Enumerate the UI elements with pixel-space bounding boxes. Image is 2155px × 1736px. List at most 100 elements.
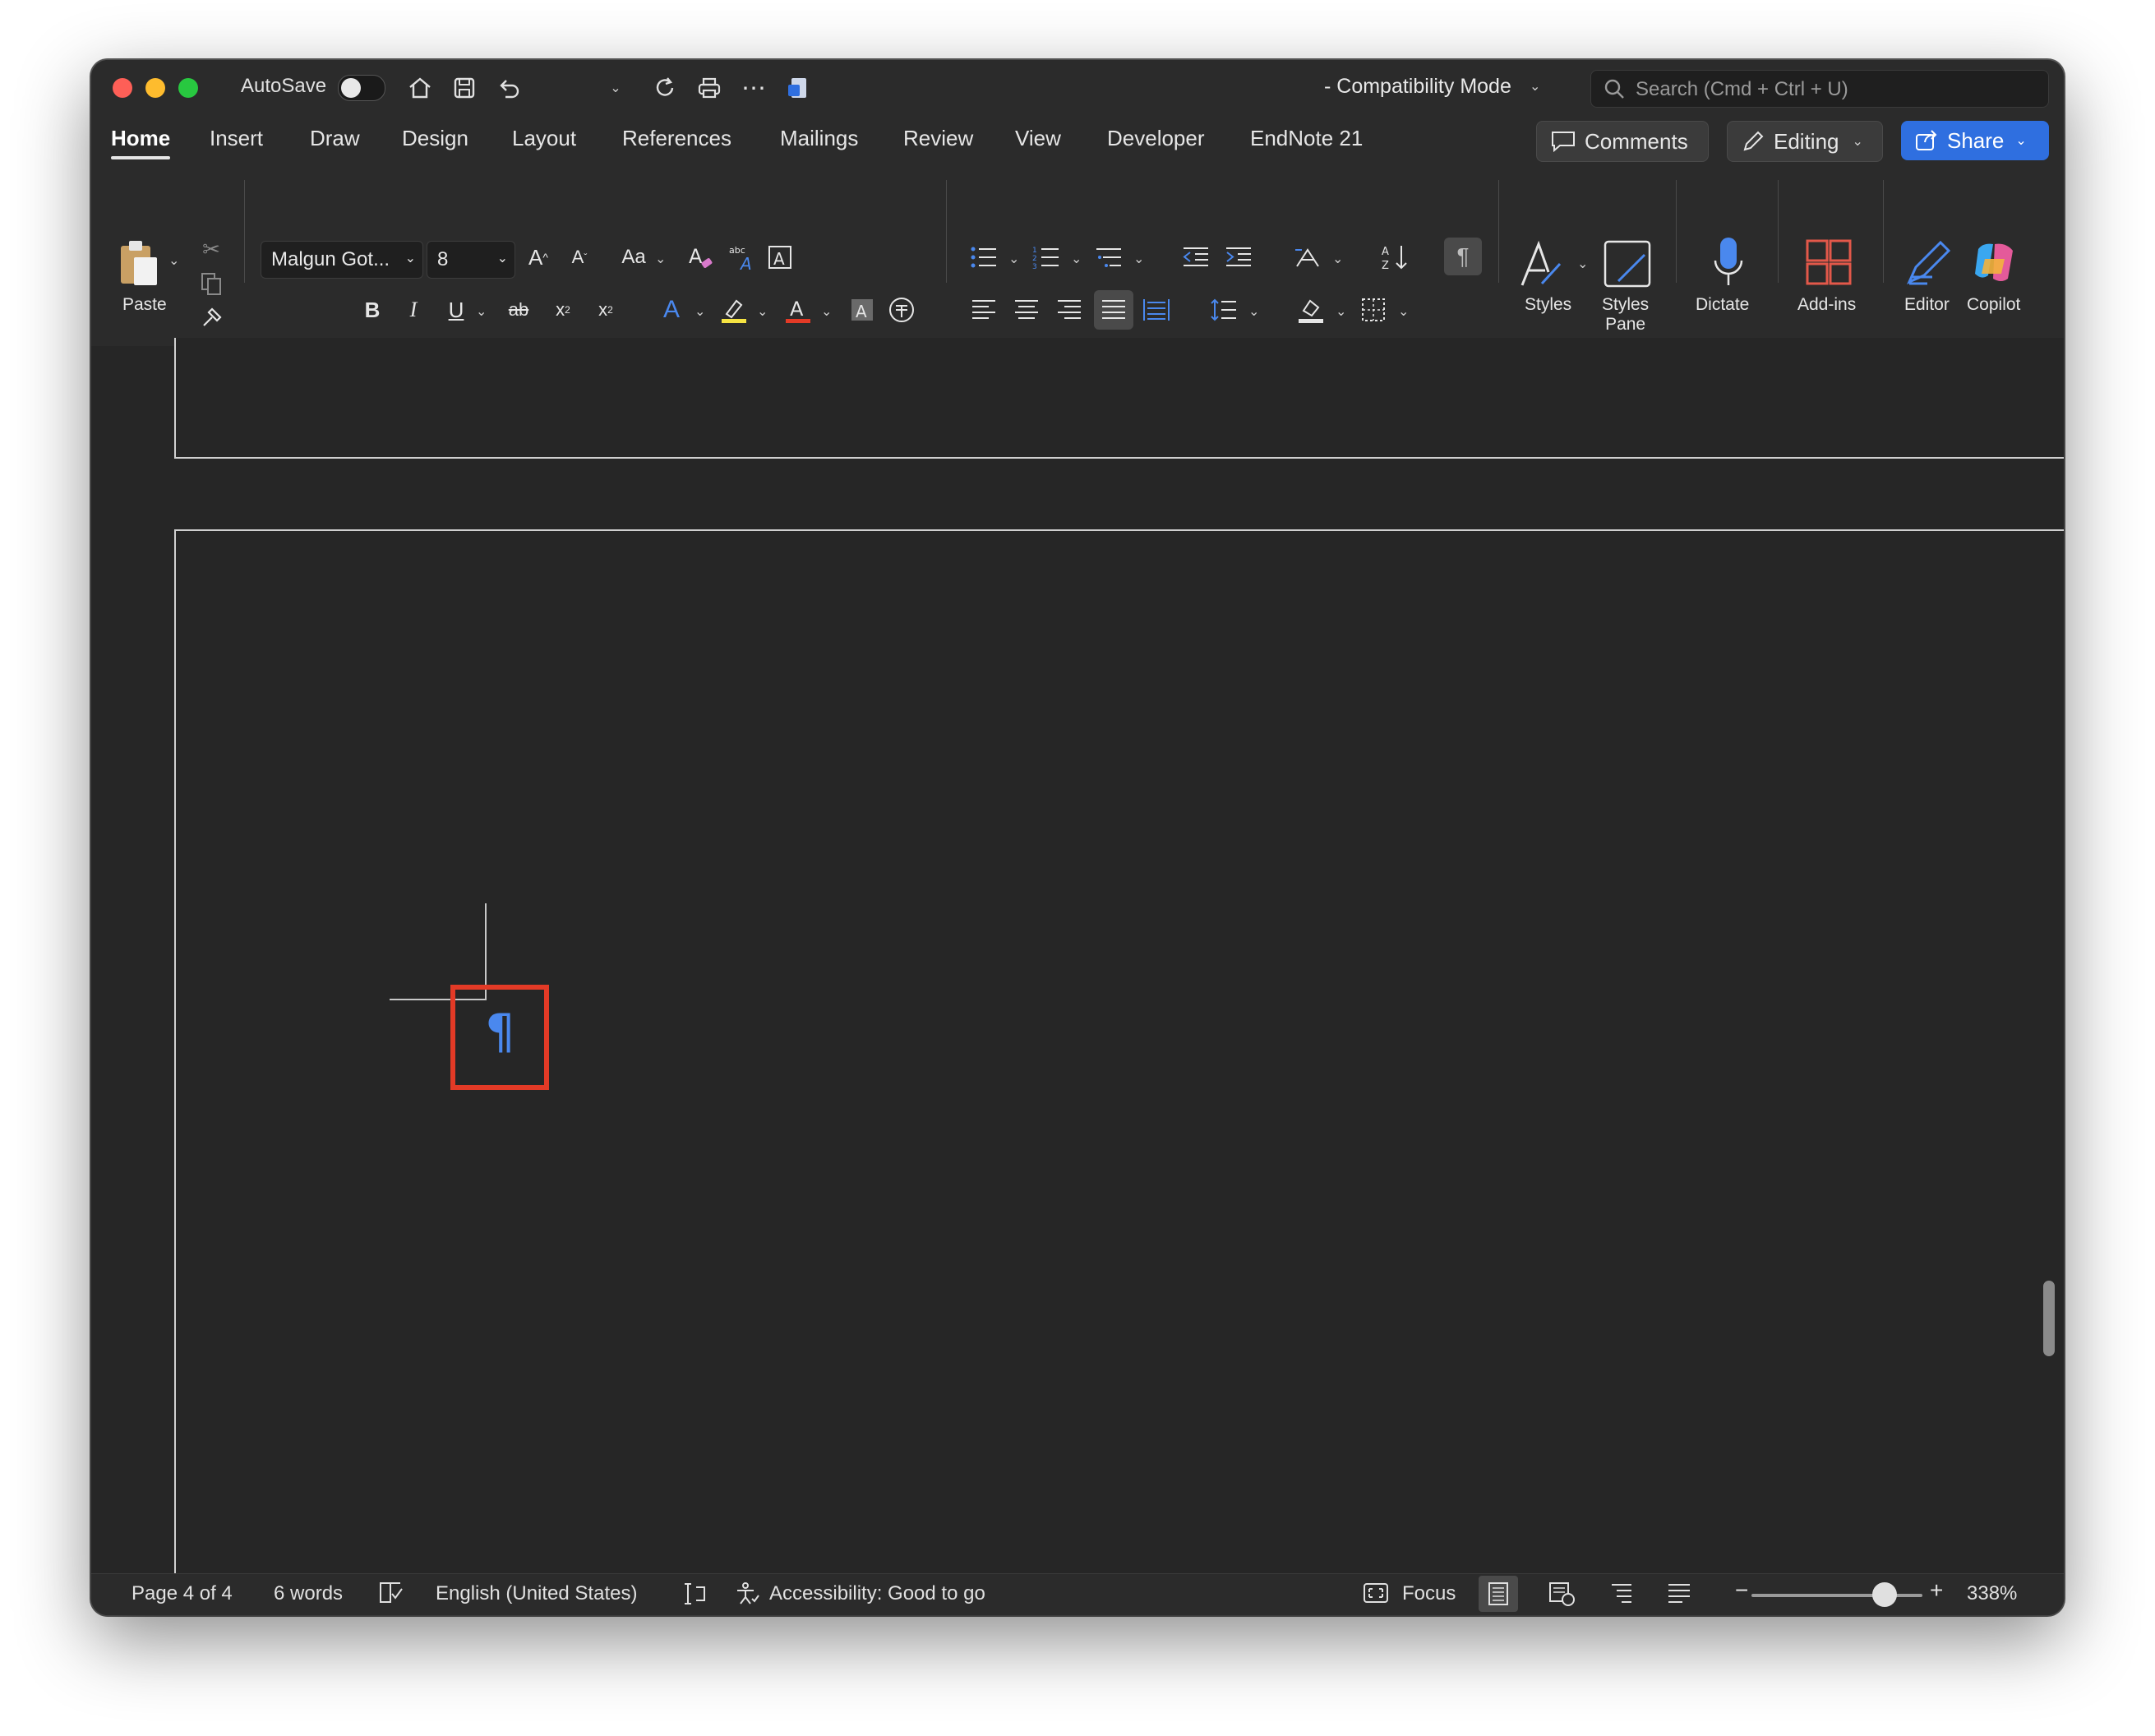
enclose-characters-icon[interactable] bbox=[885, 293, 918, 326]
text-predictions-icon[interactable] bbox=[681, 1581, 708, 1607]
tab-view[interactable]: View bbox=[1015, 126, 1061, 151]
line-spacing-chevron-icon[interactable]: ⌄ bbox=[1248, 303, 1259, 320]
accessibility-status[interactable]: Accessibility: Good to go bbox=[769, 1582, 985, 1605]
underline-button[interactable]: U bbox=[440, 293, 473, 326]
redo-icon[interactable] bbox=[647, 70, 683, 106]
zoom-level[interactable]: 338% bbox=[1967, 1582, 2017, 1605]
font-size-dropdown[interactable]: 8 ⌄ bbox=[427, 241, 515, 279]
vertical-scrollbar[interactable] bbox=[2043, 1281, 2055, 1356]
highlight-chevron-icon[interactable]: ⌄ bbox=[757, 303, 768, 320]
styles-label[interactable]: Styles bbox=[1525, 295, 1571, 315]
subscript-button[interactable]: x2 bbox=[547, 293, 579, 326]
clear-formatting-icon[interactable]: A bbox=[685, 241, 718, 274]
document-canvas[interactable]: ¶ bbox=[91, 338, 2064, 1615]
zoom-window-button[interactable] bbox=[178, 78, 198, 98]
web-layout-view-icon[interactable] bbox=[1548, 1581, 1576, 1607]
title-chevron-icon[interactable]: ⌄ bbox=[1530, 78, 1540, 95]
focus-icon[interactable] bbox=[1362, 1581, 1390, 1605]
text-effects-icon[interactable]: A bbox=[655, 293, 688, 326]
draft-view-icon[interactable] bbox=[1666, 1581, 1692, 1605]
format-painter-icon[interactable] bbox=[196, 303, 226, 333]
numbering-icon[interactable]: 123 bbox=[1030, 241, 1063, 274]
tab-draw[interactable]: Draw bbox=[310, 126, 360, 151]
distributed-icon[interactable] bbox=[1140, 293, 1173, 326]
add-ins-icon[interactable] bbox=[1802, 236, 1855, 289]
tab-mailings[interactable]: Mailings bbox=[780, 126, 858, 151]
font-name-dropdown[interactable]: Malgun Got... ⌄ bbox=[261, 241, 423, 279]
text-effects-chevron-icon[interactable]: ⌄ bbox=[694, 303, 705, 320]
change-case-chevron-icon[interactable]: ⌄ bbox=[655, 251, 666, 267]
word-count[interactable]: 6 words bbox=[274, 1582, 343, 1605]
multilevel-list-icon[interactable] bbox=[1092, 241, 1125, 274]
editor-icon[interactable] bbox=[1903, 236, 1955, 289]
superscript-button[interactable]: x2 bbox=[589, 293, 622, 326]
language-status[interactable]: English (United States) bbox=[436, 1582, 637, 1605]
italic-button[interactable]: I bbox=[397, 293, 430, 326]
text-direction-icon[interactable] bbox=[1291, 241, 1324, 274]
tab-endnote[interactable]: EndNote 21 bbox=[1250, 126, 1363, 151]
paste-dropdown-icon[interactable]: ⌄ bbox=[168, 252, 179, 269]
tab-insert[interactable]: Insert bbox=[210, 126, 263, 151]
show-formatting-marks-button[interactable]: ¶ bbox=[1444, 238, 1482, 275]
focus-label[interactable]: Focus bbox=[1402, 1582, 1456, 1605]
editor-label[interactable]: Editor bbox=[1904, 295, 1950, 315]
strikethrough-button[interactable]: ab bbox=[502, 293, 535, 326]
outline-view-icon[interactable] bbox=[1608, 1581, 1635, 1605]
tab-layout[interactable]: Layout bbox=[512, 126, 576, 151]
shading-icon[interactable] bbox=[1294, 293, 1327, 326]
dictate-label[interactable]: Dictate bbox=[1696, 295, 1749, 315]
search-box[interactable]: Search (Cmd + Ctrl + U) bbox=[1590, 70, 2049, 108]
decrease-indent-icon[interactable] bbox=[1179, 241, 1212, 274]
tab-references[interactable]: References bbox=[622, 126, 731, 151]
change-case-icon[interactable]: Aa bbox=[617, 241, 650, 274]
bullets-icon[interactable] bbox=[967, 241, 1000, 274]
undo-icon[interactable] bbox=[491, 70, 527, 106]
styles-icon[interactable] bbox=[1515, 238, 1572, 290]
numbering-chevron-icon[interactable]: ⌄ bbox=[1071, 251, 1082, 267]
print-layout-view-icon[interactable] bbox=[1479, 1576, 1518, 1612]
proofing-icon[interactable] bbox=[377, 1581, 404, 1605]
comments-button[interactable]: Comments bbox=[1536, 121, 1709, 162]
tab-developer[interactable]: Developer bbox=[1107, 126, 1205, 151]
cut-icon[interactable]: ✂ bbox=[196, 234, 226, 264]
close-window-button[interactable] bbox=[113, 78, 132, 98]
copilot-label[interactable]: Copilot bbox=[1967, 295, 2020, 315]
share-button[interactable]: Share ⌄ bbox=[1901, 121, 2049, 160]
tab-design[interactable]: Design bbox=[402, 126, 468, 151]
copy-icon[interactable] bbox=[196, 269, 226, 298]
more-icon[interactable]: ⋯ bbox=[736, 70, 772, 106]
increase-indent-icon[interactable] bbox=[1222, 241, 1255, 274]
underline-chevron-icon[interactable]: ⌄ bbox=[476, 303, 487, 320]
styles-pane-label[interactable]: Styles Pane bbox=[1602, 295, 1649, 335]
undo-dropdown-icon[interactable]: ⌄ bbox=[609, 70, 622, 106]
highlight-color-icon[interactable] bbox=[718, 293, 750, 326]
grow-font-icon[interactable]: A ^ bbox=[522, 241, 555, 274]
align-right-icon[interactable] bbox=[1053, 293, 1086, 326]
copilot-icon[interactable] bbox=[1968, 236, 2021, 289]
styles-pane-icon[interactable] bbox=[1600, 238, 1654, 290]
document-app-icon[interactable] bbox=[780, 70, 816, 106]
add-ins-label[interactable]: Add-ins bbox=[1797, 295, 1856, 315]
borders-icon[interactable] bbox=[1357, 293, 1390, 326]
paste-label[interactable]: Paste bbox=[122, 295, 167, 315]
line-spacing-icon[interactable] bbox=[1207, 293, 1240, 326]
bullets-chevron-icon[interactable]: ⌄ bbox=[1008, 251, 1019, 267]
align-left-icon[interactable] bbox=[967, 293, 1000, 326]
multilevel-chevron-icon[interactable]: ⌄ bbox=[1133, 251, 1144, 267]
styles-chevron-icon[interactable]: ⌄ bbox=[1577, 256, 1588, 272]
sort-icon[interactable]: AZ bbox=[1378, 241, 1411, 274]
shrink-font-icon[interactable]: Aˇ bbox=[563, 241, 596, 274]
paste-icon[interactable] bbox=[114, 236, 164, 290]
tab-home[interactable]: Home bbox=[111, 126, 171, 159]
editing-mode-button[interactable]: Editing ⌄ bbox=[1727, 121, 1883, 162]
document-title[interactable]: - Compatibility Mode bbox=[1324, 75, 1511, 99]
character-border-icon[interactable]: A bbox=[764, 241, 796, 274]
minimize-window-button[interactable] bbox=[145, 78, 165, 98]
microphone-icon[interactable] bbox=[1704, 234, 1753, 290]
zoom-in-icon[interactable]: + bbox=[1930, 1577, 1943, 1604]
bold-button[interactable]: B bbox=[356, 293, 389, 326]
zoom-slider-knob[interactable] bbox=[1872, 1582, 1897, 1607]
page-count[interactable]: Page 4 of 4 bbox=[132, 1582, 233, 1605]
shading-chevron-icon[interactable]: ⌄ bbox=[1336, 303, 1346, 320]
font-color-icon[interactable]: A bbox=[782, 293, 814, 326]
